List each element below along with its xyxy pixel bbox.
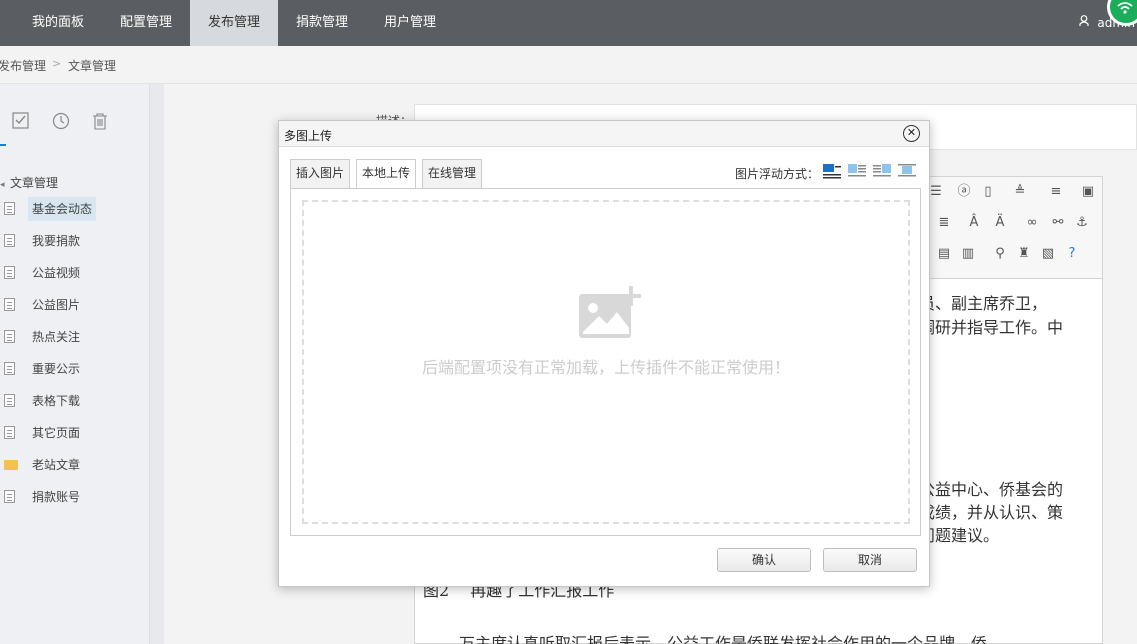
active-tool-indicator	[0, 144, 6, 146]
insert-image-icon[interactable]: ▤	[935, 245, 953, 263]
add-image-icon[interactable]	[577, 284, 643, 345]
sidebar-item-donation-account[interactable]: 捐款账号	[0, 485, 140, 509]
font-size-down-icon[interactable]: Ä	[991, 214, 1009, 232]
tab-insert-image[interactable]: 插入图片	[290, 159, 351, 188]
word-count-icon[interactable]: ⓐ	[955, 183, 973, 201]
multi-image-upload-dialog: 多图上传 ✕ 插入图片 本地上传 在线管理 图片浮动方式： 后端配置项没有正常加…	[278, 120, 930, 587]
float-left-icon[interactable]	[847, 163, 867, 179]
user-icon	[1077, 0, 1091, 46]
editor-line: 调研并指导工作。中	[919, 318, 1064, 337]
anchor-icon[interactable]: ⚓	[1073, 214, 1091, 232]
sidebar-section-articles[interactable]: ◂ 文章管理	[0, 174, 58, 191]
float-none-icon[interactable]	[822, 163, 842, 179]
sidebar-item-other-pages[interactable]: 其它页面	[0, 421, 140, 445]
tab-local-upload[interactable]: 本地上传	[356, 159, 417, 189]
align-justify-icon[interactable]: ≣	[935, 214, 953, 232]
tab-online-manage[interactable]: 在线管理	[422, 159, 483, 188]
float-right-icon[interactable]	[872, 163, 892, 179]
paste-plain-icon[interactable]: ▯	[979, 183, 997, 201]
breadcrumb-item-publish[interactable]: 发布管理	[0, 57, 46, 74]
editor-line: 问题建议。	[919, 526, 1000, 545]
sidebar-splitter[interactable]	[150, 84, 164, 644]
nav-item-donation[interactable]: 捐款管理	[278, 0, 366, 46]
unlink-icon[interactable]: ⚯	[1049, 214, 1067, 232]
editor-line: 成绩，并从认识、策	[919, 503, 1064, 522]
folder-icon	[4, 460, 18, 470]
document-icon	[4, 298, 15, 311]
sidebar-item-foundation-news[interactable]: 基金会动态	[0, 197, 140, 221]
binoculars-icon[interactable]: ♜	[1015, 245, 1033, 263]
document-icon	[4, 202, 15, 215]
sidebar-item-old-articles[interactable]: 老站文章	[0, 453, 140, 477]
nav-item-publish[interactable]: 发布管理	[190, 0, 278, 46]
sidebar-item-public-notice[interactable]: 重要公示	[0, 357, 140, 381]
font-size-up-icon[interactable]: Â	[965, 214, 983, 232]
paragraph-spacing-icon[interactable]: ≡	[1047, 183, 1065, 201]
preview-icon[interactable]: ▣	[1079, 183, 1097, 201]
line-height-icon[interactable]: ≜	[1011, 183, 1029, 201]
search-replace-icon[interactable]: ⚲	[991, 245, 1009, 263]
editor-line: 万主席认真听取汇报后表示，公益工作是侨联发挥社会作用的一个品牌，侨	[459, 634, 988, 644]
breadcrumb-item-articles: 文章管理	[68, 59, 117, 73]
document-icon	[4, 362, 15, 375]
editor-line: 员、副主席乔卫，	[919, 294, 1048, 313]
nav-item-config[interactable]: 配置管理	[102, 0, 190, 46]
help-icon[interactable]: ?	[1063, 245, 1081, 263]
sidebar-item-charity-images[interactable]: 公益图片	[0, 293, 140, 317]
upload-panel: 后端配置项没有正常加载，上传插件不能正常使用！	[290, 188, 921, 536]
link-icon[interactable]: ∞	[1023, 214, 1041, 232]
trash-icon[interactable]	[92, 112, 108, 134]
cancel-button[interactable]: 取消	[823, 548, 917, 572]
upload-error-message: 后端配置项没有正常加载，上传插件不能正常使用！	[421, 358, 790, 377]
confirm-button[interactable]: 确认	[717, 548, 811, 572]
document-icon	[4, 234, 15, 247]
nav-item-users[interactable]: 用户管理	[366, 0, 454, 46]
sidebar-item-charity-video[interactable]: 公益视频	[0, 261, 140, 285]
float-mode-label: 图片浮动方式：	[735, 167, 820, 181]
breadcrumb-separator: >	[52, 57, 62, 70]
sidebar-item-hot-topics[interactable]: 热点关注	[0, 325, 140, 349]
editor-line: 公益中心、侨基会的	[919, 480, 1064, 499]
sidebar-item-form-download[interactable]: 表格下载	[0, 389, 140, 413]
document-icon	[4, 266, 15, 279]
sidebar: ◂ 文章管理 基金会动态 我要捐款 公益视频 公益图片 热点关注 重要公示 表格下…	[0, 84, 150, 644]
attachment-icon[interactable]: ▥	[959, 245, 977, 263]
top-nav: 我的面板 配置管理 发布管理 捐款管理 用户管理 admin	[0, 0, 1137, 46]
sidebar-item-donate[interactable]: 我要捐款	[0, 229, 140, 253]
dialog-title: 多图上传	[284, 129, 333, 143]
document-icon	[4, 330, 15, 343]
upload-dropzone[interactable]: 后端配置项没有正常加载，上传插件不能正常使用！	[302, 200, 910, 524]
breadcrumb: 发布管理 > 文章管理	[0, 46, 1137, 84]
document-icon	[4, 490, 15, 503]
clipboard-icon[interactable]: ▧	[1039, 245, 1057, 263]
float-center-icon[interactable]	[897, 163, 917, 179]
document-icon	[4, 426, 15, 439]
document-icon	[4, 394, 15, 407]
clock-icon[interactable]	[52, 112, 70, 134]
collapse-arrow-icon: ◂	[0, 180, 5, 190]
nav-item-dashboard[interactable]: 我的面板	[14, 0, 102, 46]
close-icon[interactable]: ✕	[903, 125, 920, 142]
checkbox-icon[interactable]	[12, 112, 29, 133]
dialog-header[interactable]: 多图上传 ✕	[279, 121, 929, 147]
